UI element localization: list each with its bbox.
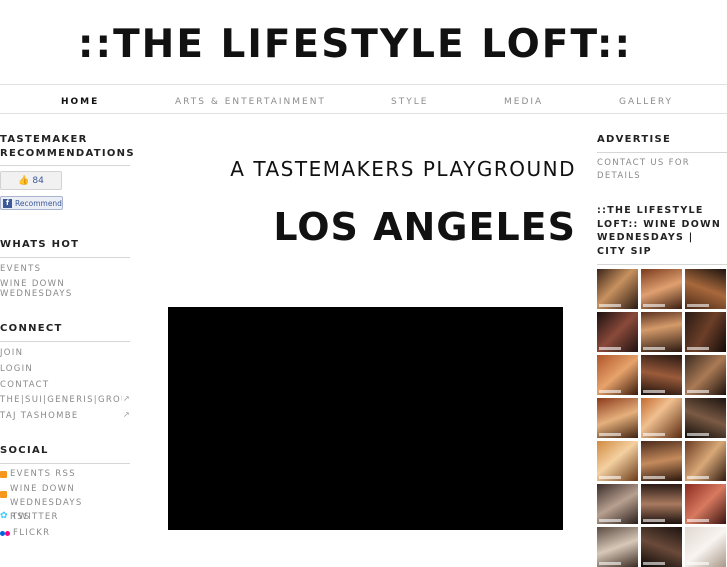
photo-thumbnail[interactable] <box>685 441 726 481</box>
photo-thumbnail[interactable] <box>641 527 682 567</box>
photo-thumbnail[interactable] <box>641 312 682 352</box>
link-events-rss[interactable]: EVENTS RSS <box>10 468 76 481</box>
link-login[interactable]: LOGIN <box>0 363 33 376</box>
tastemaker-heading: TASTEMAKER RECOMMENDATIONS <box>0 134 135 159</box>
nav-arts-entertainment[interactable]: ARTS & ENTERTAINMENT <box>175 97 326 107</box>
photo-thumbnail-grid <box>597 269 727 567</box>
photo-thumbnail[interactable] <box>597 398 638 438</box>
photo-thumbnail[interactable] <box>641 355 682 395</box>
social-heading: SOCIAL <box>0 445 49 456</box>
recommend-label: Recommend <box>15 198 62 208</box>
gallery-heading[interactable]: ::THE LIFESTYLE LOFT:: WINE DOWN WEDNESD… <box>597 204 727 258</box>
facebook-recommend-button[interactable]: f Recommend <box>0 196 63 210</box>
photo-thumbnail[interactable] <box>597 527 638 567</box>
photo-thumbnail[interactable] <box>685 398 726 438</box>
advertise-heading: ADVERTISE <box>597 134 672 145</box>
photo-thumbnail[interactable] <box>597 441 638 481</box>
advertise-rule <box>597 152 727 153</box>
photo-thumbnail[interactable] <box>597 269 638 309</box>
video-player[interactable] <box>168 307 563 530</box>
link-sui-generis-group[interactable]: THE|SUI|GENERIS|GROUP <box>0 394 122 407</box>
thumbs-up-icon: 👍 <box>18 175 30 186</box>
connect-rule <box>0 341 130 342</box>
photo-thumbnail[interactable] <box>597 355 638 395</box>
photo-thumbnail[interactable] <box>641 398 682 438</box>
page-tagline: A TASTEMAKERS PLAYGROUND <box>230 157 576 181</box>
nav-style[interactable]: STYLE <box>391 97 428 107</box>
photo-thumbnail[interactable] <box>685 312 726 352</box>
photo-thumbnail[interactable] <box>641 269 682 309</box>
social-rule <box>0 463 130 464</box>
nav-gallery[interactable]: GALLERY <box>619 97 673 107</box>
photo-thumbnail[interactable] <box>641 484 682 524</box>
nav-divider-top <box>0 84 727 85</box>
external-link-icon: ↗ <box>123 394 130 403</box>
link-flickr[interactable]: FLICKR <box>13 527 50 540</box>
facebook-icon: f <box>3 198 12 208</box>
tastemaker-rule <box>0 165 130 166</box>
page-city-title: LOS ANGELES <box>273 205 576 249</box>
photo-thumbnail[interactable] <box>597 312 638 352</box>
whats-hot-rule <box>0 257 130 258</box>
link-twitter[interactable]: TWITTER <box>12 511 59 524</box>
gallery-rule <box>597 264 727 265</box>
like-count-box[interactable]: 👍 84 <box>0 171 62 190</box>
flickr-icon <box>5 531 10 536</box>
like-count: 84 <box>32 175 44 186</box>
photo-thumbnail[interactable] <box>641 441 682 481</box>
site-title[interactable]: ::THE LIFESTYLE LOFT:: <box>0 22 710 67</box>
connect-heading: CONNECT <box>0 323 63 334</box>
nav-home[interactable]: HOME <box>61 97 99 107</box>
rss-icon <box>0 491 7 498</box>
link-taj-tashombe[interactable]: TAJ TASHOMBE <box>0 410 79 423</box>
nav-media[interactable]: MEDIA <box>504 97 543 107</box>
nav-divider-bottom <box>0 113 727 114</box>
link-wine-down-wednesdays[interactable]: WINE DOWN WEDNESDAYS <box>0 279 80 299</box>
photo-thumbnail[interactable] <box>685 484 726 524</box>
photo-thumbnail[interactable] <box>685 355 726 395</box>
rss-icon <box>0 471 7 478</box>
link-contact[interactable]: CONTACT <box>0 379 49 392</box>
photo-thumbnail[interactable] <box>597 484 638 524</box>
photo-thumbnail[interactable] <box>685 527 726 567</box>
link-join[interactable]: JOIN <box>0 347 23 360</box>
link-events[interactable]: EVENTS <box>0 263 41 276</box>
external-link-icon: ↗ <box>123 410 130 419</box>
twitter-icon: ✿ <box>0 511 8 521</box>
advertise-contact-link[interactable]: CONTACT US FOR DETAILS <box>597 157 697 183</box>
whats-hot-heading: WHATS HOT <box>0 239 80 250</box>
photo-thumbnail[interactable] <box>685 269 726 309</box>
